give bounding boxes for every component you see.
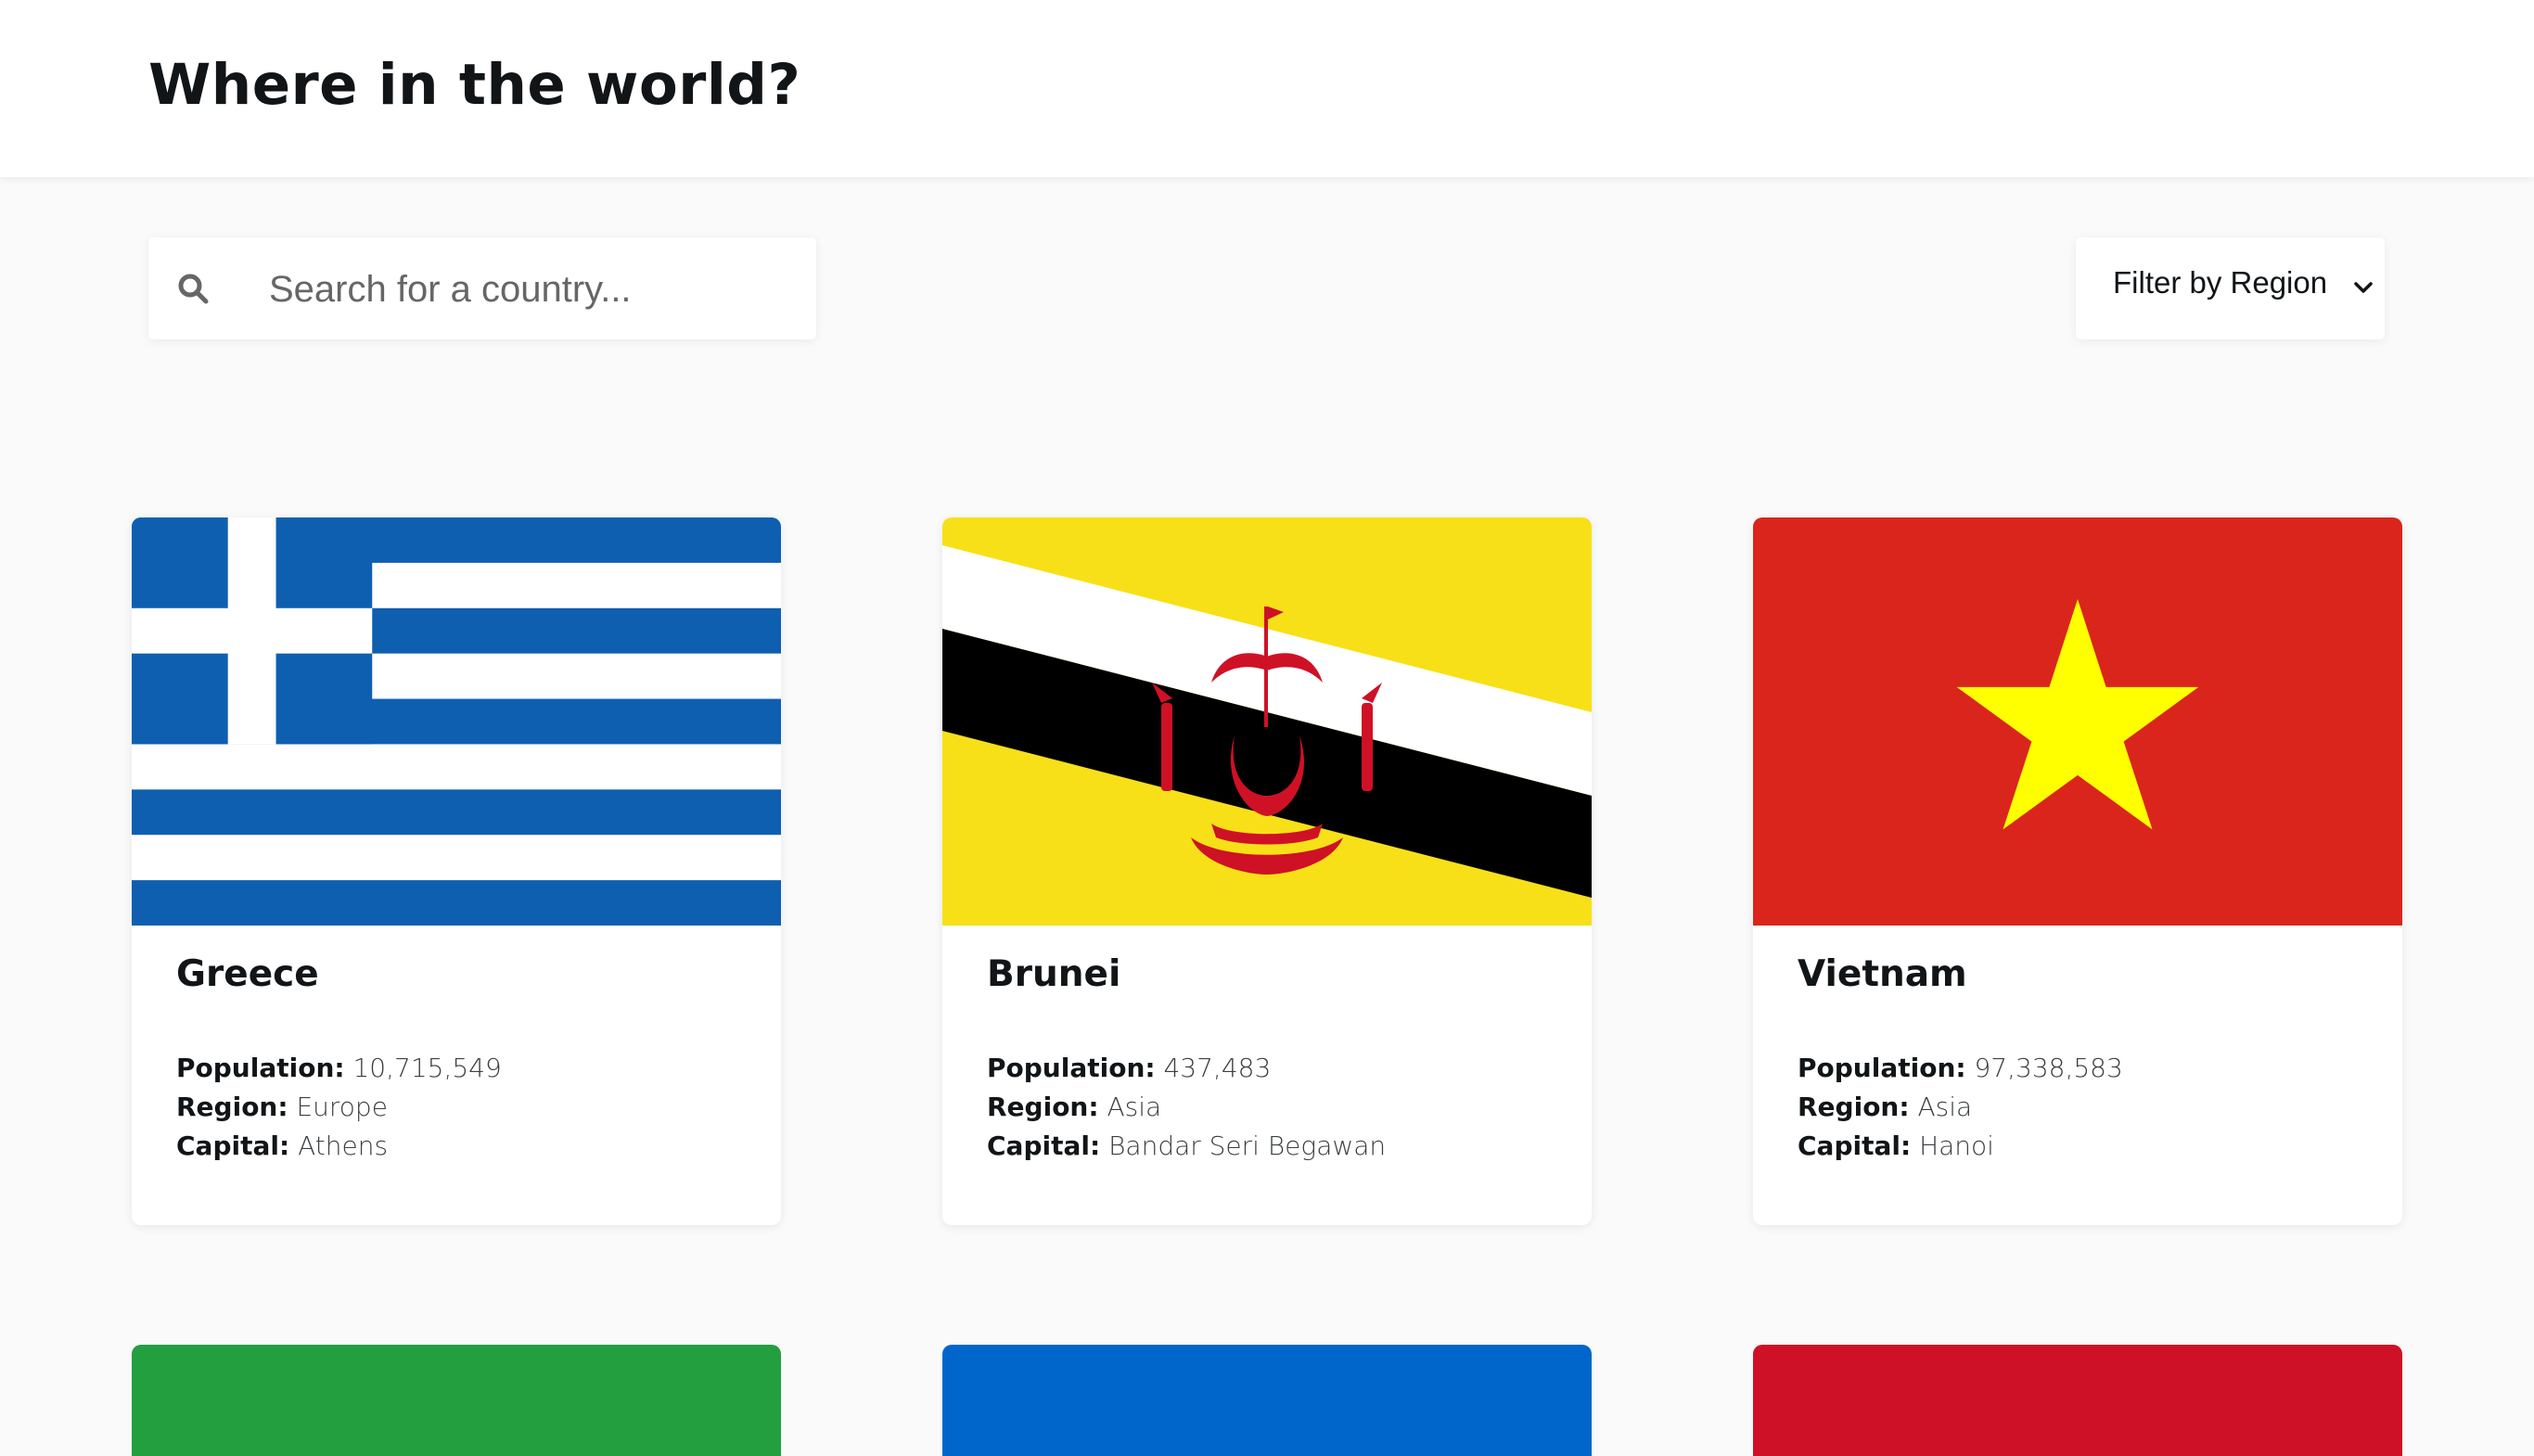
country-card-partial[interactable] — [132, 1345, 781, 1456]
search-icon — [178, 274, 209, 304]
flag-image-brunei — [942, 517, 1592, 926]
population-value: 97,338,583 — [1974, 1053, 2123, 1083]
population-value: 437,483 — [1163, 1053, 1272, 1083]
population-value: 10,715,549 — [352, 1053, 502, 1083]
region-label: Region: — [1798, 1092, 1910, 1122]
country-name: Brunei — [987, 953, 1121, 995]
capital-value: Hanoi — [1919, 1130, 1994, 1161]
region-filter-label: Filter by Region — [2113, 265, 2328, 300]
region-label: Region: — [987, 1092, 1099, 1122]
region-value: Asia — [1107, 1092, 1162, 1122]
page-title: Where in the world? — [148, 52, 801, 118]
app-header: Where in the world? — [0, 0, 2534, 177]
country-card-greece[interactable]: Greece Population: 10,715,549 Region: Eu… — [132, 517, 781, 1225]
search-input[interactable] — [267, 237, 790, 341]
population-label: Population: — [987, 1053, 1156, 1083]
population-label: Population: — [176, 1053, 345, 1083]
capital-label: Capital: — [987, 1130, 1101, 1161]
flag-image-vietnam — [1753, 517, 2402, 926]
region-row: Region: Europe — [176, 1092, 388, 1122]
population-label: Population: — [1798, 1053, 1966, 1083]
capital-label: Capital: — [176, 1130, 290, 1161]
country-name: Greece — [176, 953, 319, 995]
country-card-partial[interactable] — [1753, 1345, 2402, 1456]
region-filter-select[interactable]: Filter by Region — [2076, 237, 2385, 339]
capital-row: Capital: Hanoi — [1798, 1130, 1994, 1161]
region-label: Region: — [176, 1092, 288, 1122]
region-value: Asia — [1917, 1092, 1973, 1122]
country-card-vietnam[interactable]: Vietnam Population: 97,338,583 Region: A… — [1753, 517, 2402, 1225]
capital-label: Capital: — [1798, 1130, 1912, 1161]
country-card-brunei[interactable]: Brunei Population: 437,483 Region: Asia … — [942, 517, 1592, 1225]
country-card-partial[interactable] — [942, 1345, 1592, 1456]
chevron-down-icon — [2354, 282, 2373, 293]
country-name: Vietnam — [1798, 953, 1967, 995]
capital-row: Capital: Bandar Seri Begawan — [987, 1130, 1386, 1161]
flag-image-greece — [132, 517, 781, 926]
search-box[interactable] — [148, 237, 816, 341]
capital-value: Athens — [298, 1130, 389, 1161]
region-row: Region: Asia — [987, 1092, 1161, 1122]
capital-row: Capital: Athens — [176, 1130, 388, 1161]
region-row: Region: Asia — [1798, 1092, 1972, 1122]
region-value: Europe — [296, 1092, 388, 1122]
population-row: Population: 97,338,583 — [1798, 1053, 2123, 1083]
population-row: Population: 10,715,549 — [176, 1053, 502, 1083]
population-row: Population: 437,483 — [987, 1053, 1271, 1083]
capital-value: Bandar Seri Begawan — [1108, 1130, 1387, 1161]
